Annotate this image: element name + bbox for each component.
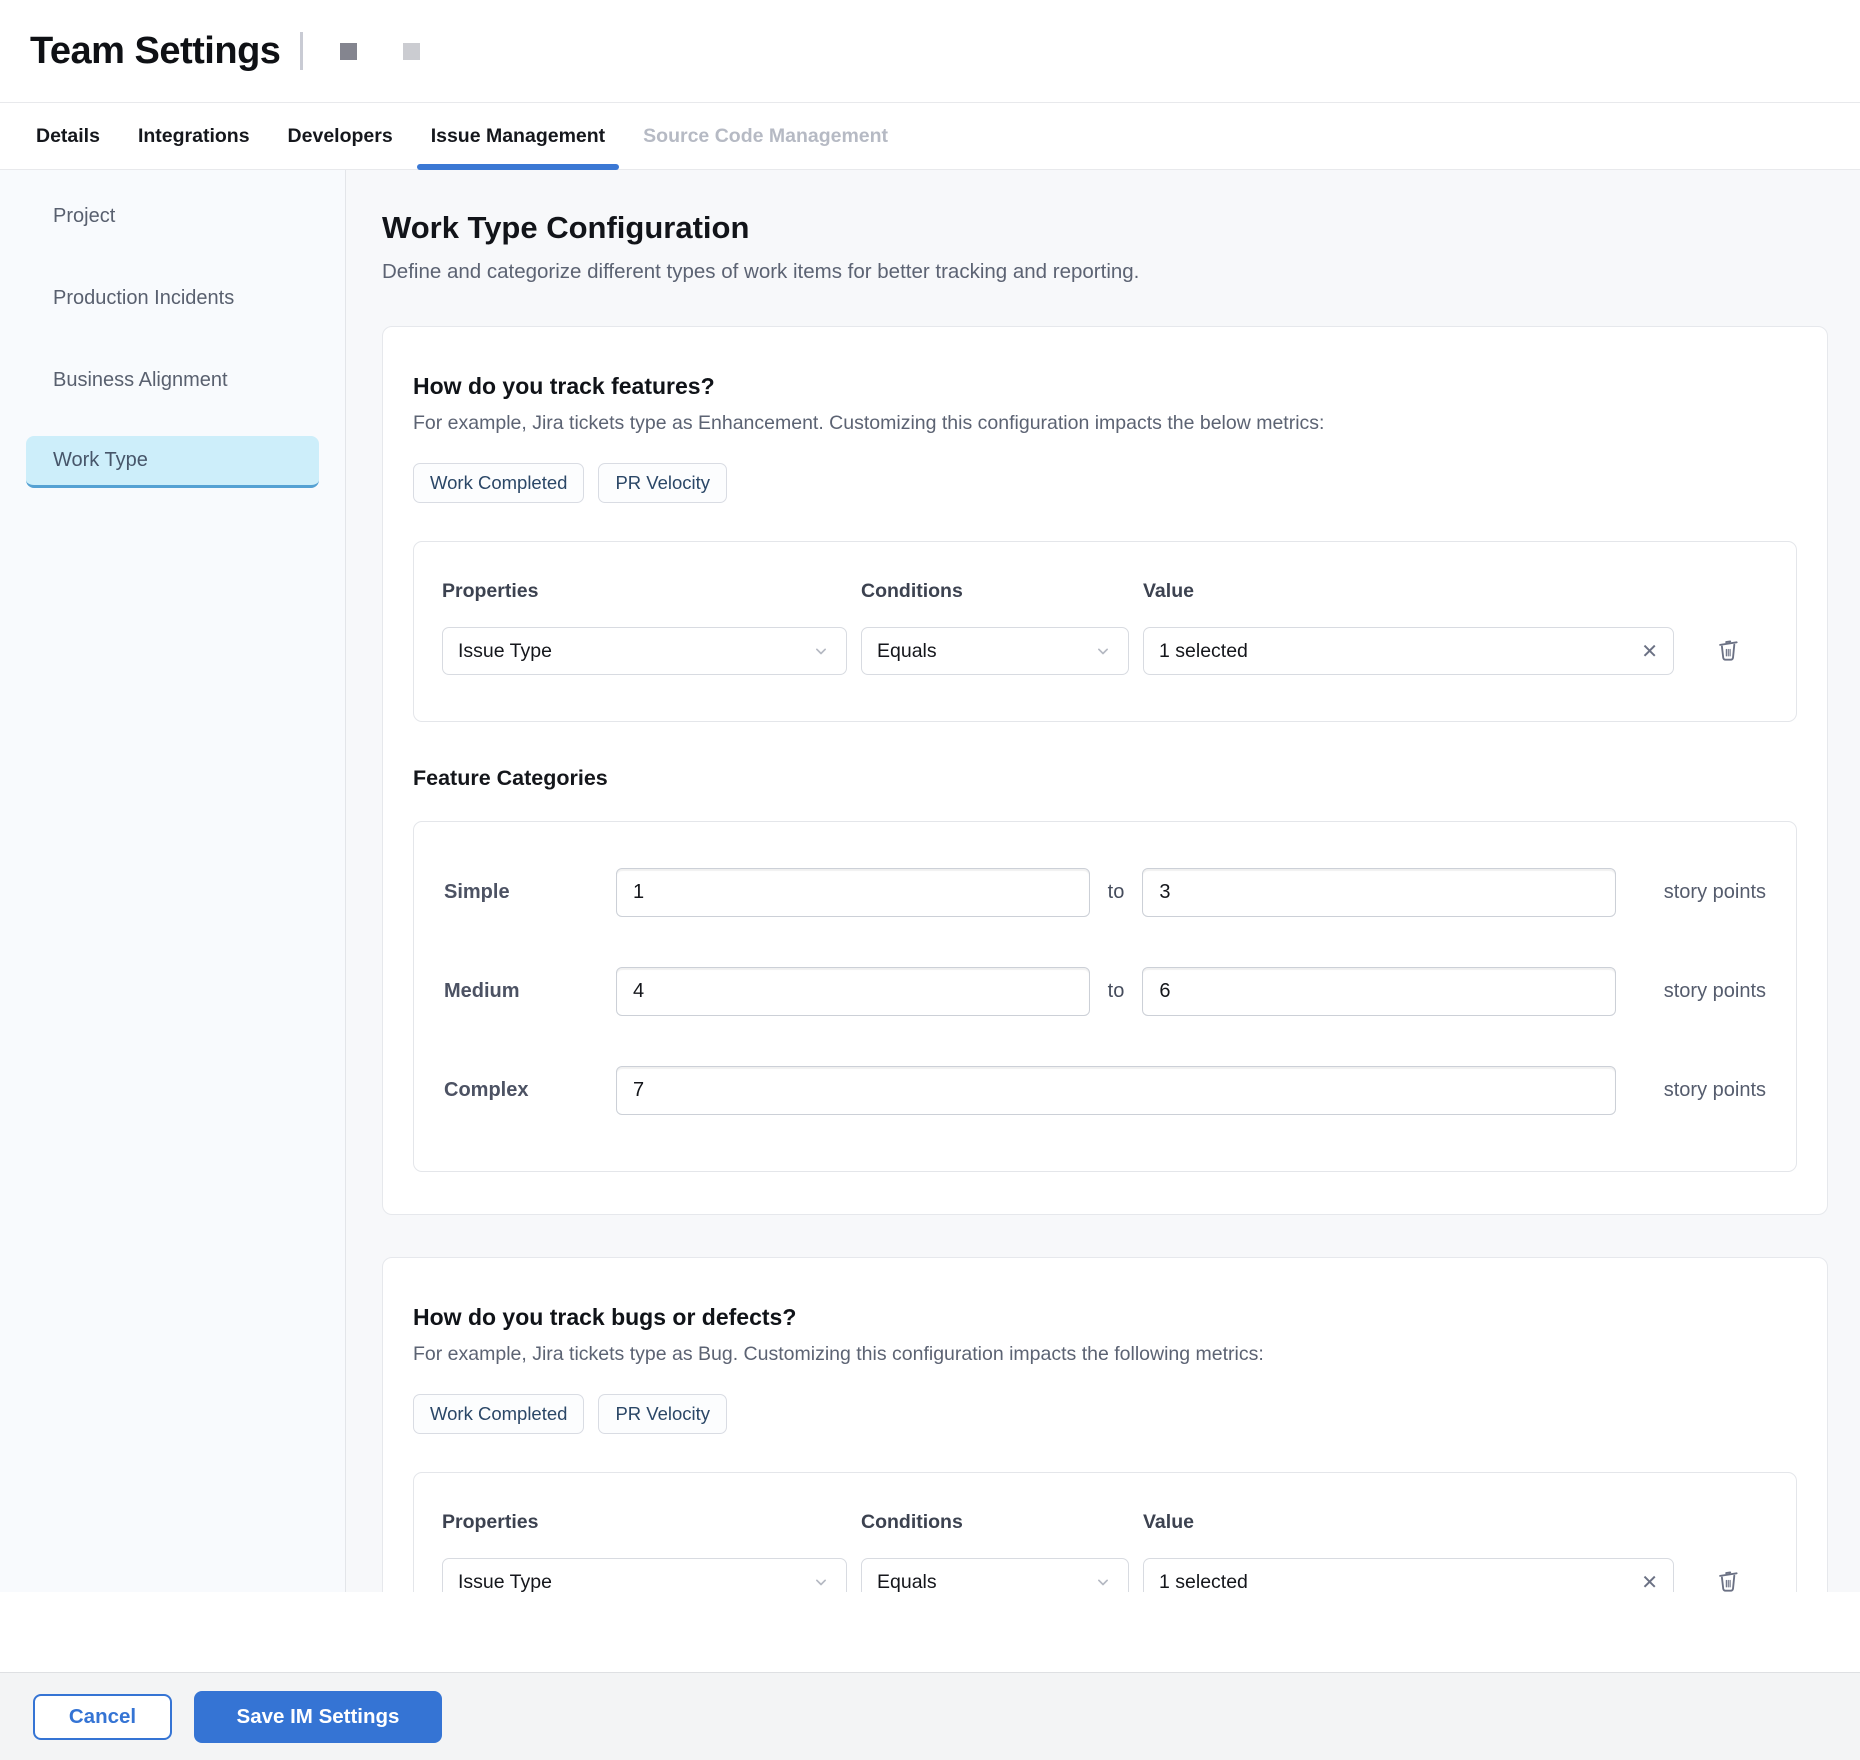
delete-filter-row-button[interactable] (1710, 632, 1746, 671)
category-row-simple: Simple 1 to 3 story points (444, 868, 1766, 917)
page-title: Work Type Configuration (382, 210, 1828, 246)
main-panel: Work Type Configuration Define and categ… (346, 170, 1860, 1592)
medium-from-input[interactable]: 4 (616, 967, 1090, 1016)
settings-sidebar: Project Production Incidents Business Al… (0, 170, 346, 1592)
trash-icon (1714, 1567, 1742, 1593)
content-bottom-spacer (0, 1592, 1860, 1672)
features-value-text: 1 selected (1159, 640, 1248, 663)
feature-categories-heading: Feature Categories (413, 766, 1797, 791)
simple-to-input[interactable]: 3 (1142, 868, 1616, 917)
bugs-section-description: For example, Jira tickets type as Bug. C… (413, 1343, 1797, 1366)
category-row-medium: Medium 4 to 6 story points (444, 967, 1766, 1016)
features-property-select[interactable]: Issue Type (442, 627, 847, 675)
bugs-property-value: Issue Type (458, 1571, 552, 1593)
sidebar-item-business-alignment[interactable]: Business Alignment (26, 354, 319, 406)
content-region: Project Production Incidents Business Al… (0, 170, 1860, 1592)
tab-issue-management[interactable]: Issue Management (412, 103, 624, 169)
sidebar-item-production-incidents[interactable]: Production Incidents (26, 272, 319, 324)
header-icon-placeholder-dark (340, 43, 357, 60)
chevron-down-icon (811, 641, 831, 661)
chevron-down-icon (811, 1572, 831, 1592)
settings-tab-bar: Details Integrations Developers Issue Ma… (0, 103, 1860, 170)
properties-column-header: Properties (442, 580, 847, 603)
page-subtitle: Define and categorize different types of… (382, 260, 1828, 284)
features-property-value: Issue Type (458, 640, 552, 663)
metric-chip-pr-velocity: PR Velocity (598, 1394, 727, 1434)
bugs-condition-value: Equals (877, 1571, 937, 1593)
value-column-header: Value (1143, 1511, 1674, 1534)
sidebar-item-project[interactable]: Project (26, 190, 319, 242)
clear-selection-icon[interactable]: ✕ (1641, 639, 1658, 664)
cancel-button[interactable]: Cancel (33, 1694, 172, 1740)
tab-source-code-management[interactable]: Source Code Management (624, 103, 907, 169)
story-points-label: story points (1616, 1079, 1766, 1102)
bugs-config-card: How do you track bugs or defects? For ex… (382, 1257, 1828, 1592)
metric-chip-work-completed: Work Completed (413, 463, 584, 503)
conditions-column-header: Conditions (861, 580, 1129, 603)
bugs-value-multiselect[interactable]: 1 selected ✕ (1143, 1558, 1674, 1592)
header-icon-placeholder-light (403, 43, 420, 60)
features-condition-select[interactable]: Equals (861, 627, 1129, 675)
features-section-heading: How do you track features? (413, 373, 1797, 400)
features-filter-panel: Properties Conditions Value Issue Type E… (413, 541, 1797, 722)
category-label-complex: Complex (444, 1079, 616, 1102)
chevron-down-icon (1093, 641, 1113, 661)
header-separator (300, 32, 303, 70)
category-label-medium: Medium (444, 980, 616, 1003)
bugs-value-text: 1 selected (1159, 1571, 1248, 1593)
range-to-label: to (1108, 881, 1125, 904)
conditions-column-header: Conditions (861, 1511, 1129, 1534)
tab-developers[interactable]: Developers (269, 103, 412, 169)
bugs-section-heading: How do you track bugs or defects? (413, 1304, 1797, 1331)
bugs-filter-panel: Properties Conditions Value Issue Type E… (413, 1472, 1797, 1592)
clear-selection-icon[interactable]: ✕ (1641, 1570, 1658, 1593)
features-config-card: How do you track features? For example, … (382, 326, 1828, 1215)
chevron-down-icon (1093, 1572, 1113, 1592)
properties-column-header: Properties (442, 1511, 847, 1534)
feature-categories-panel: Simple 1 to 3 story points Medium 4 to 6… (413, 821, 1797, 1172)
metric-chip-pr-velocity: PR Velocity (598, 463, 727, 503)
features-condition-value: Equals (877, 640, 937, 663)
bugs-property-select[interactable]: Issue Type (442, 1558, 847, 1592)
category-label-simple: Simple (444, 881, 616, 904)
tab-details[interactable]: Details (17, 103, 119, 169)
action-footer: Cancel Save IM Settings (0, 1672, 1860, 1760)
value-column-header: Value (1143, 580, 1674, 603)
delete-filter-row-button[interactable] (1710, 1563, 1746, 1593)
metric-chip-work-completed: Work Completed (413, 1394, 584, 1434)
bugs-metric-chips: Work Completed PR Velocity (413, 1394, 1797, 1434)
features-metric-chips: Work Completed PR Velocity (413, 463, 1797, 503)
features-section-description: For example, Jira tickets type as Enhanc… (413, 412, 1797, 435)
tab-integrations[interactable]: Integrations (119, 103, 269, 169)
simple-from-input[interactable]: 1 (616, 868, 1090, 917)
trash-icon (1714, 636, 1742, 664)
features-value-multiselect[interactable]: 1 selected ✕ (1143, 627, 1674, 675)
medium-to-input[interactable]: 6 (1142, 967, 1616, 1016)
sidebar-item-work-type[interactable]: Work Type (26, 436, 319, 488)
range-to-label: to (1108, 980, 1125, 1003)
complex-threshold-input[interactable]: 7 (616, 1066, 1616, 1115)
app-header: Team Settings (0, 0, 1860, 103)
page-header-title: Team Settings (30, 30, 280, 73)
story-points-label: story points (1616, 881, 1766, 904)
bugs-condition-select[interactable]: Equals (861, 1558, 1129, 1592)
category-row-complex: Complex 7 story points (444, 1066, 1766, 1115)
story-points-label: story points (1616, 980, 1766, 1003)
save-im-settings-button[interactable]: Save IM Settings (194, 1691, 442, 1743)
